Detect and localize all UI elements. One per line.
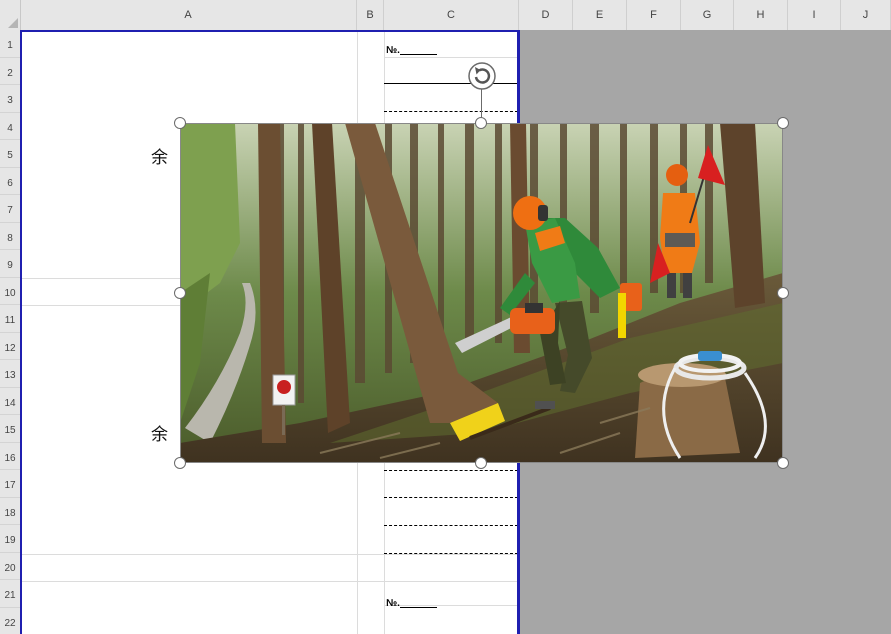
column-header-d[interactable]: D [519, 0, 573, 30]
row-header-2[interactable]: 2 [0, 58, 20, 85]
number-underline [400, 54, 437, 55]
column-header-i[interactable]: I [788, 0, 841, 30]
row-header-21[interactable]: 21 [0, 580, 20, 608]
row-header-6[interactable]: 6 [0, 168, 20, 195]
column-header-bar: A B C D E F G H I J [0, 0, 891, 31]
row-header-20[interactable]: 20 [0, 553, 20, 580]
dashed-rule-row-3 [384, 111, 518, 112]
margin-char-top: 余 [151, 148, 168, 168]
row-header-1[interactable]: 1 [0, 30, 20, 58]
number-underline [400, 607, 437, 608]
print-area-top-border [20, 30, 519, 32]
dashed-rule-row-17 [384, 497, 518, 498]
resize-handle-top-left[interactable] [174, 117, 186, 129]
dashed-rule-row-16 [384, 470, 518, 471]
inserted-photo[interactable] [180, 123, 783, 463]
row-header-11[interactable]: 11 [0, 305, 20, 333]
row-header-15[interactable]: 15 [0, 415, 20, 443]
row-header-4[interactable]: 4 [0, 113, 20, 140]
forestry-photo-illustration [180, 123, 783, 463]
number-label-text: №. [386, 598, 400, 609]
column-header-g[interactable]: G [681, 0, 734, 30]
resize-handle-bottom-center[interactable] [475, 457, 487, 469]
column-header-a[interactable]: A [20, 0, 357, 30]
column-header-h[interactable]: H [734, 0, 788, 30]
resize-handle-middle-right[interactable] [777, 287, 789, 299]
resize-handle-top-center[interactable] [475, 117, 487, 129]
row-header-bar: 1 2 3 4 5 6 7 8 9 10 11 12 13 14 15 16 17 18 19 20 21 22 [0, 30, 21, 634]
row-header-22[interactable]: 22 [0, 608, 20, 634]
column-header-e[interactable]: E [573, 0, 627, 30]
select-all-triangle-icon [8, 18, 18, 28]
row-header-10[interactable]: 10 [0, 278, 20, 305]
number-label-row-21: №. [386, 598, 437, 609]
cell-line-c21 [384, 605, 519, 606]
dashed-rule-row-19 [384, 553, 518, 554]
spreadsheet-window: A B C D E F G H I J 1 2 3 4 5 6 7 8 9 10 11 12 13 14 1… [0, 0, 891, 634]
row-divider-20 [20, 581, 519, 582]
column-header-j[interactable]: J [841, 0, 891, 30]
row-header-8[interactable]: 8 [0, 223, 20, 250]
row-header-14[interactable]: 14 [0, 388, 20, 415]
resize-handle-top-right[interactable] [777, 117, 789, 129]
resize-handle-middle-left[interactable] [174, 287, 186, 299]
solid-rule-row-2 [384, 83, 518, 84]
row-header-13[interactable]: 13 [0, 360, 20, 388]
number-label-row-1: №. [386, 45, 437, 56]
dashed-rule-row-18 [384, 525, 518, 526]
select-all-corner[interactable] [0, 0, 21, 31]
resize-handle-bottom-left[interactable] [174, 457, 186, 469]
column-header-b[interactable]: B [357, 0, 384, 30]
row-header-7[interactable]: 7 [0, 195, 20, 223]
row-header-19[interactable]: 19 [0, 525, 20, 553]
row-header-17[interactable]: 17 [0, 470, 20, 498]
resize-handle-bottom-right[interactable] [777, 457, 789, 469]
row-header-18[interactable]: 18 [0, 498, 20, 525]
row-header-12[interactable]: 12 [0, 333, 20, 360]
column-header-f[interactable]: F [627, 0, 681, 30]
rotate-handle-icon[interactable] [467, 61, 497, 91]
row-header-9[interactable]: 9 [0, 250, 20, 278]
column-header-c[interactable]: C [384, 0, 519, 30]
cell-line-c1 [384, 57, 519, 58]
row-header-5[interactable]: 5 [0, 140, 20, 168]
margin-char-bottom: 余 [151, 425, 168, 445]
row-header-16[interactable]: 16 [0, 443, 20, 470]
print-area-left-border [20, 30, 22, 634]
number-label-text: №. [386, 45, 400, 56]
row-divider-19 [20, 554, 519, 555]
row-header-3[interactable]: 3 [0, 85, 20, 113]
